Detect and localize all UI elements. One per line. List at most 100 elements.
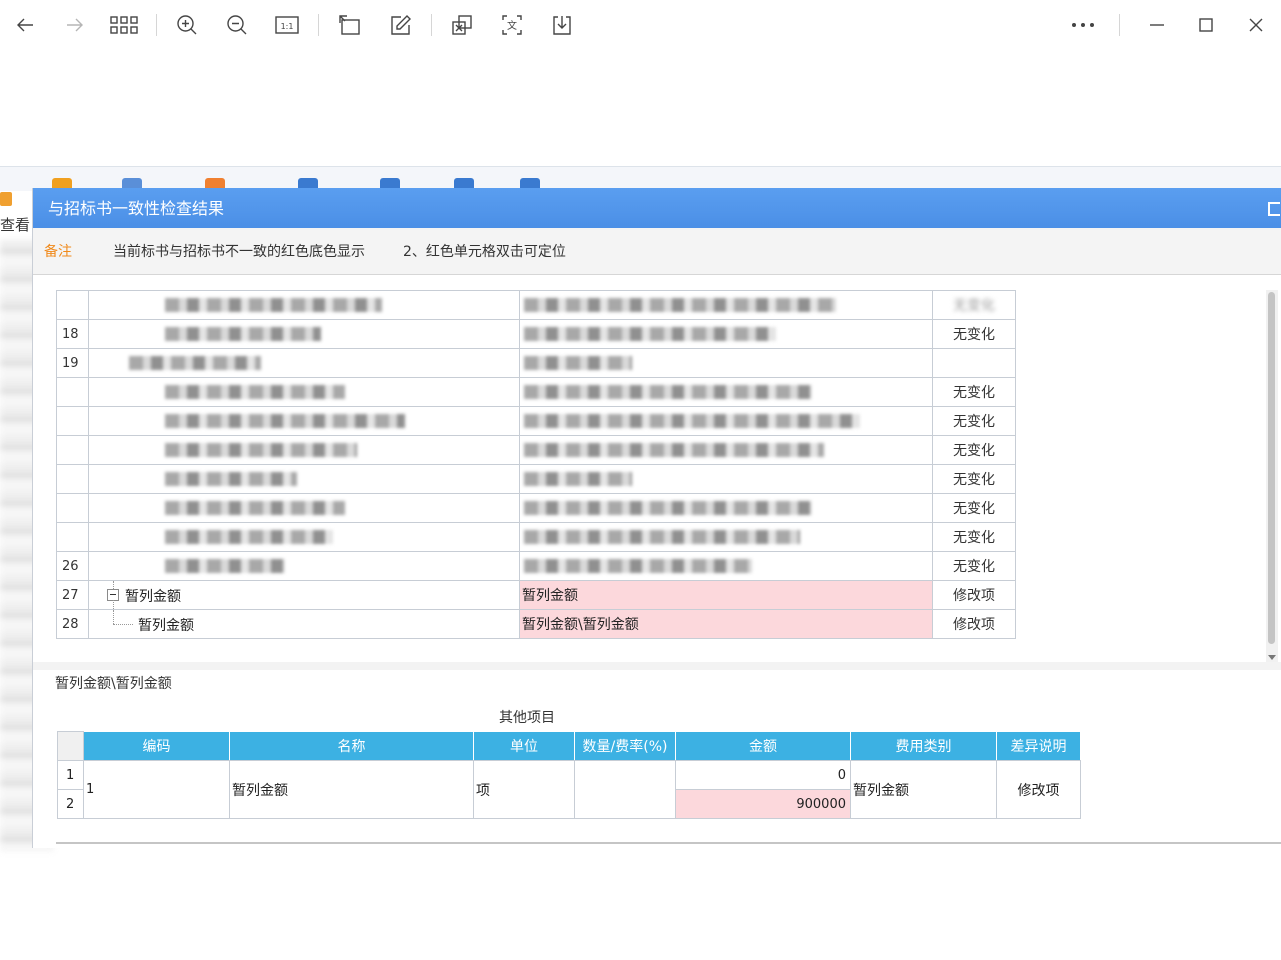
cell-current-item[interactable]: 暂列金额 [88,609,520,639]
forward-button[interactable] [58,8,92,42]
row-number: 1 [57,760,84,790]
table-row[interactable]: 无变化 [56,464,1016,494]
cell-name[interactable]: 暂列金额 [229,760,474,819]
cell-status[interactable]: 无变化 [932,551,1016,581]
note-bar: 备注 当前标书与招标书不一致的红色底色显示 2、红色单元格双击可定位 [33,228,1281,275]
cell-status[interactable]: 无变化 [932,290,1016,320]
table-row[interactable]: 1 1 暂列金额 项 0 暂列金额 修改项 [57,760,1081,819]
table-row[interactable]: 无变化 [56,522,1016,552]
maximize-button[interactable] [1189,8,1223,42]
cell-amount-old[interactable]: 0 [675,760,851,790]
table-row[interactable]: 19 [56,348,1016,378]
toolbar-separator [318,14,319,36]
actual-size-icon: 1:1 [275,16,299,34]
table-row[interactable]: 26 无变化 [56,551,1016,581]
cell-tender-item[interactable]: 暂列金额\暂列金额 [519,609,933,639]
cell-status[interactable]: 无变化 [932,406,1016,436]
dialog-maximize-icon[interactable] [1268,202,1280,216]
edit-button[interactable] [383,8,417,42]
header-amount[interactable]: 金额 [675,731,851,761]
cell-status[interactable]: 无变化 [932,464,1016,494]
table-row[interactable]: 无变化 [56,435,1016,465]
header-name[interactable]: 名称 [229,731,474,761]
cell-current-item[interactable] [88,493,520,523]
rotate-button[interactable] [332,8,366,42]
cell-tender-item[interactable]: 暂列金额 [519,580,933,610]
cell-amount-new[interactable]: 900000 [675,789,851,819]
cell-diff-note[interactable]: 修改项 [996,760,1081,819]
cell-current-item[interactable] [88,406,520,436]
svg-text:文: 文 [507,19,517,32]
svg-text:1:1: 1:1 [281,22,294,31]
cell-current-item[interactable] [88,290,520,320]
cell-tender-item[interactable] [519,290,933,320]
cell-code[interactable]: 1 [83,760,230,819]
cell-tender-item[interactable] [519,522,933,552]
zoom-out-button[interactable] [220,8,254,42]
header-code[interactable]: 编码 [83,731,230,761]
cell-current-item[interactable] [88,464,520,494]
cell-current-item[interactable] [88,377,520,407]
cell-status[interactable] [932,348,1016,378]
table-row[interactable]: 无变化 [56,290,1016,320]
ocr-button[interactable]: 文 [495,8,529,42]
cell-fee-type[interactable]: 暂列金额 [850,760,997,819]
cell-status[interactable]: 无变化 [932,319,1016,349]
save-button[interactable] [545,8,579,42]
header-quantity-rate[interactable]: 数量/费率(%) [574,731,676,761]
zoom-in-button[interactable] [170,8,204,42]
cell-current-item[interactable] [88,348,520,378]
table-row[interactable]: 无变化 [56,377,1016,407]
dialog-title-bar[interactable]: 与招标书一致性检查结果 [33,188,1281,228]
cell-tender-item[interactable] [519,406,933,436]
back-button[interactable] [8,8,42,42]
scroll-down-icon[interactable] [1268,655,1276,660]
cell-current-item[interactable] [88,551,520,581]
tree-node[interactable]: 暂列金额 [90,610,519,638]
table-row[interactable]: 27 暂列金额 暂列金额 修改项 [56,580,1016,610]
copy-icon [452,15,472,35]
cell-status[interactable]: 无变化 [932,522,1016,552]
cell-quantity[interactable] [574,760,676,819]
row-number [56,522,89,552]
cell-status[interactable]: 修改项 [932,580,1016,610]
minimize-button[interactable] [1140,8,1174,42]
scrollbar-thumb[interactable] [1268,292,1275,644]
actual-size-button[interactable]: 1:1 [270,8,304,42]
header-unit[interactable]: 单位 [473,731,575,761]
grid-view-button[interactable] [107,8,141,42]
cell-unit[interactable]: 项 [473,760,575,819]
cell-tender-item[interactable] [519,377,933,407]
close-button[interactable] [1239,8,1273,42]
cell-current-item[interactable] [88,435,520,465]
redacted-text [165,501,345,515]
vertical-scrollbar[interactable] [1266,290,1278,662]
cell-status[interactable]: 无变化 [932,435,1016,465]
cell-current-item[interactable]: 暂列金额 [88,580,520,610]
table-row[interactable]: 28 暂列金额 暂列金额\暂列金额 修改项 [56,609,1016,639]
cell-tender-item[interactable] [519,319,933,349]
cell-tender-item[interactable] [519,435,933,465]
section-divider[interactable] [33,662,1281,670]
cell-tender-item[interactable] [519,464,933,494]
cell-tender-item[interactable] [519,493,933,523]
table-row[interactable]: 18 无变化 [56,319,1016,349]
header-fee-type[interactable]: 费用类别 [850,731,997,761]
cell-status[interactable]: 无变化 [932,377,1016,407]
view-label[interactable]: 查看 [0,214,30,235]
cell-current-item[interactable] [88,319,520,349]
header-diff-note[interactable]: 差异说明 [996,731,1081,761]
cell-status[interactable]: 无变化 [932,493,1016,523]
more-button[interactable] [1064,8,1102,42]
table-row[interactable]: 无变化 [56,493,1016,523]
table-row[interactable]: 无变化 [56,406,1016,436]
cell-tender-item[interactable] [519,551,933,581]
tree-node[interactable]: 暂列金额 [90,581,519,609]
redacted-text [165,414,405,428]
cell-status[interactable]: 修改项 [932,609,1016,639]
redacted-text [165,559,285,573]
cell-tender-item[interactable] [519,348,933,378]
copy-button[interactable] [445,8,479,42]
cell-current-item[interactable] [88,522,520,552]
note-label: 备注 [44,244,72,260]
